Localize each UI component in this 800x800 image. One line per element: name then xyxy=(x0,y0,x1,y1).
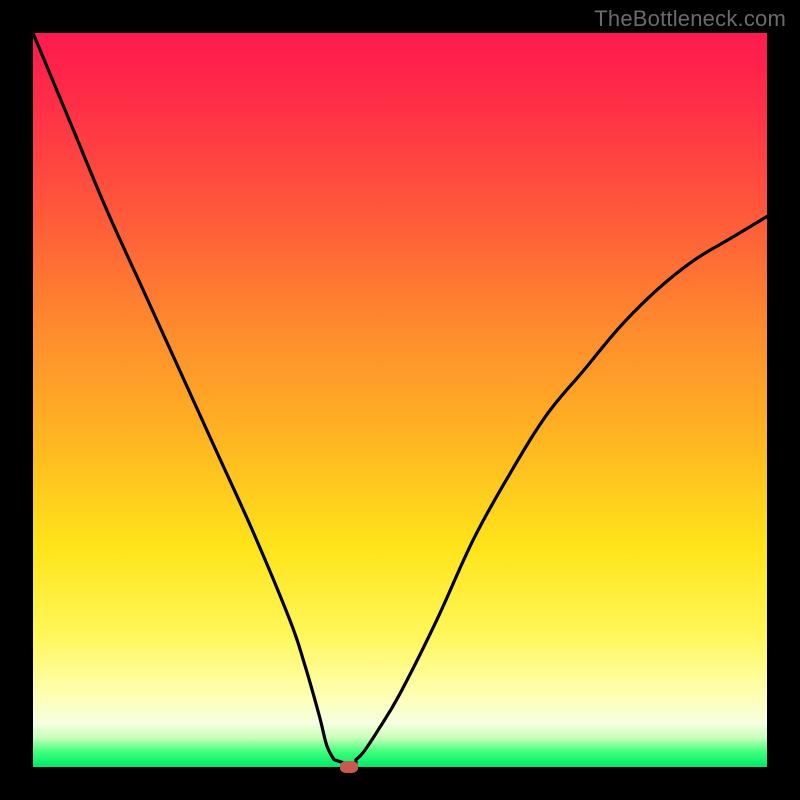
outer-frame: TheBottleneck.com xyxy=(0,0,800,800)
watermark-text: TheBottleneck.com xyxy=(594,6,786,32)
bottleneck-curve xyxy=(33,33,767,767)
minimum-marker xyxy=(340,761,358,773)
curve-path xyxy=(33,33,767,767)
plot-area xyxy=(33,33,767,767)
